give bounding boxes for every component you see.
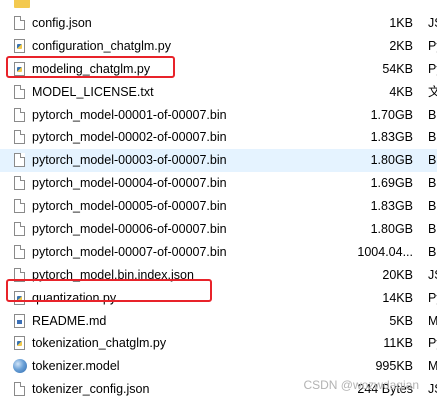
file-type: B	[428, 153, 437, 168]
file-type: B	[428, 244, 437, 259]
file-type: M	[428, 313, 437, 328]
file-name: configuration_chatglm.py	[32, 38, 171, 53]
file-size: 2KB	[389, 38, 413, 53]
file-row-parent-folder[interactable]	[0, 0, 437, 12]
file-type: Py	[428, 61, 437, 76]
markdown-file-icon	[14, 313, 25, 328]
document-icon	[14, 16, 25, 30]
document-icon	[14, 382, 25, 397]
file-type: B	[428, 176, 437, 191]
highlight-box-tokenization-chatglm	[6, 279, 212, 302]
file-size: 5KB	[389, 313, 413, 328]
file-name: pytorch_model-00004-of-00007.bin	[32, 176, 227, 191]
file-type: B	[428, 130, 437, 145]
file-row[interactable]: MODEL_LICENSE.txt 4KB 文	[0, 81, 437, 104]
file-row[interactable]: README.md 5KB M	[0, 310, 437, 333]
document-icon	[14, 107, 25, 122]
file-name: pytorch_model-00005-of-00007.bin	[32, 199, 227, 214]
file-name: tokenization_chatglm.py	[32, 336, 167, 351]
file-size: 1004.04...	[357, 244, 413, 259]
file-type: JS	[428, 382, 437, 397]
file-name: pytorch_model-00002-of-00007.bin	[32, 130, 227, 145]
python-file-icon	[14, 336, 25, 351]
file-size: 1.69GB	[370, 176, 413, 191]
file-row[interactable]: tokenizer.model 995KB M	[0, 355, 437, 378]
file-size: 995KB	[375, 359, 413, 374]
file-row[interactable]: pytorch_model-00002-of-00007.bin 1.83GB …	[0, 126, 437, 149]
file-type: B	[428, 222, 437, 237]
document-icon	[14, 176, 25, 191]
file-type: JS	[428, 16, 437, 30]
file-row[interactable]: tokenization_chatglm.py 11KB Py	[0, 332, 437, 355]
document-icon	[14, 244, 25, 259]
watermark: CSDN @wozwdaqian	[303, 378, 419, 392]
file-size: 14KB	[382, 290, 413, 305]
file-name: README.md	[32, 313, 107, 328]
file-row[interactable]: pytorch_model-00004-of-00007.bin 1.69GB …	[0, 172, 437, 195]
file-size: 1KB	[389, 16, 413, 30]
document-icon	[14, 199, 25, 214]
file-row-selected[interactable]: pytorch_model-00003-of-00007.bin 1.80GB …	[0, 149, 437, 173]
file-size: 1.83GB	[370, 130, 413, 145]
file-size: 20KB	[382, 267, 413, 282]
file-size: 11KB	[383, 336, 413, 351]
file-size: 1.80GB	[370, 222, 413, 237]
file-type: Py	[428, 290, 437, 305]
file-size: 54KB	[382, 61, 413, 76]
model-file-icon	[13, 359, 27, 374]
file-type: Py	[428, 38, 437, 53]
document-icon	[14, 84, 25, 99]
document-icon	[14, 153, 25, 168]
file-name: pytorch_model-00007-of-00007.bin	[32, 244, 227, 259]
file-name: pytorch_model-00003-of-00007.bin	[32, 153, 227, 168]
document-icon	[14, 222, 25, 237]
file-name: config.json	[32, 16, 92, 30]
file-type: 文	[428, 84, 437, 99]
file-row[interactable]: pytorch_model-00006-of-00007.bin 1.80GB …	[0, 218, 437, 241]
file-row[interactable]: configuration_chatglm.py 2KB Py	[0, 35, 437, 58]
file-name: MODEL_LICENSE.txt	[32, 84, 154, 99]
document-icon	[14, 130, 25, 145]
file-size: 1.83GB	[370, 199, 413, 214]
file-type: B	[428, 199, 437, 214]
file-type: JS	[428, 267, 437, 282]
highlight-box-modeling-chatglm	[6, 56, 175, 78]
file-size: 1.80GB	[370, 153, 413, 168]
file-row[interactable]: pytorch_model-00007-of-00007.bin 1004.04…	[0, 241, 437, 264]
file-name: pytorch_model-00006-of-00007.bin	[32, 222, 227, 237]
file-type: M	[428, 359, 437, 374]
folder-icon	[14, 0, 30, 8]
file-name: tokenizer_config.json	[32, 382, 150, 397]
file-size: 1.70GB	[370, 107, 413, 122]
file-name: pytorch_model-00001-of-00007.bin	[32, 107, 227, 122]
file-row[interactable]: pytorch_model-00001-of-00007.bin 1.70GB …	[0, 104, 437, 127]
file-type: Py	[428, 336, 437, 351]
python-file-icon	[14, 38, 25, 53]
file-row[interactable]: pytorch_model-00005-of-00007.bin 1.83GB …	[0, 195, 437, 218]
file-row[interactable]: config.json 1KB JS	[0, 12, 437, 35]
file-type: B	[428, 107, 437, 122]
file-name: tokenizer.model	[32, 359, 120, 374]
file-size: 4KB	[389, 84, 413, 99]
